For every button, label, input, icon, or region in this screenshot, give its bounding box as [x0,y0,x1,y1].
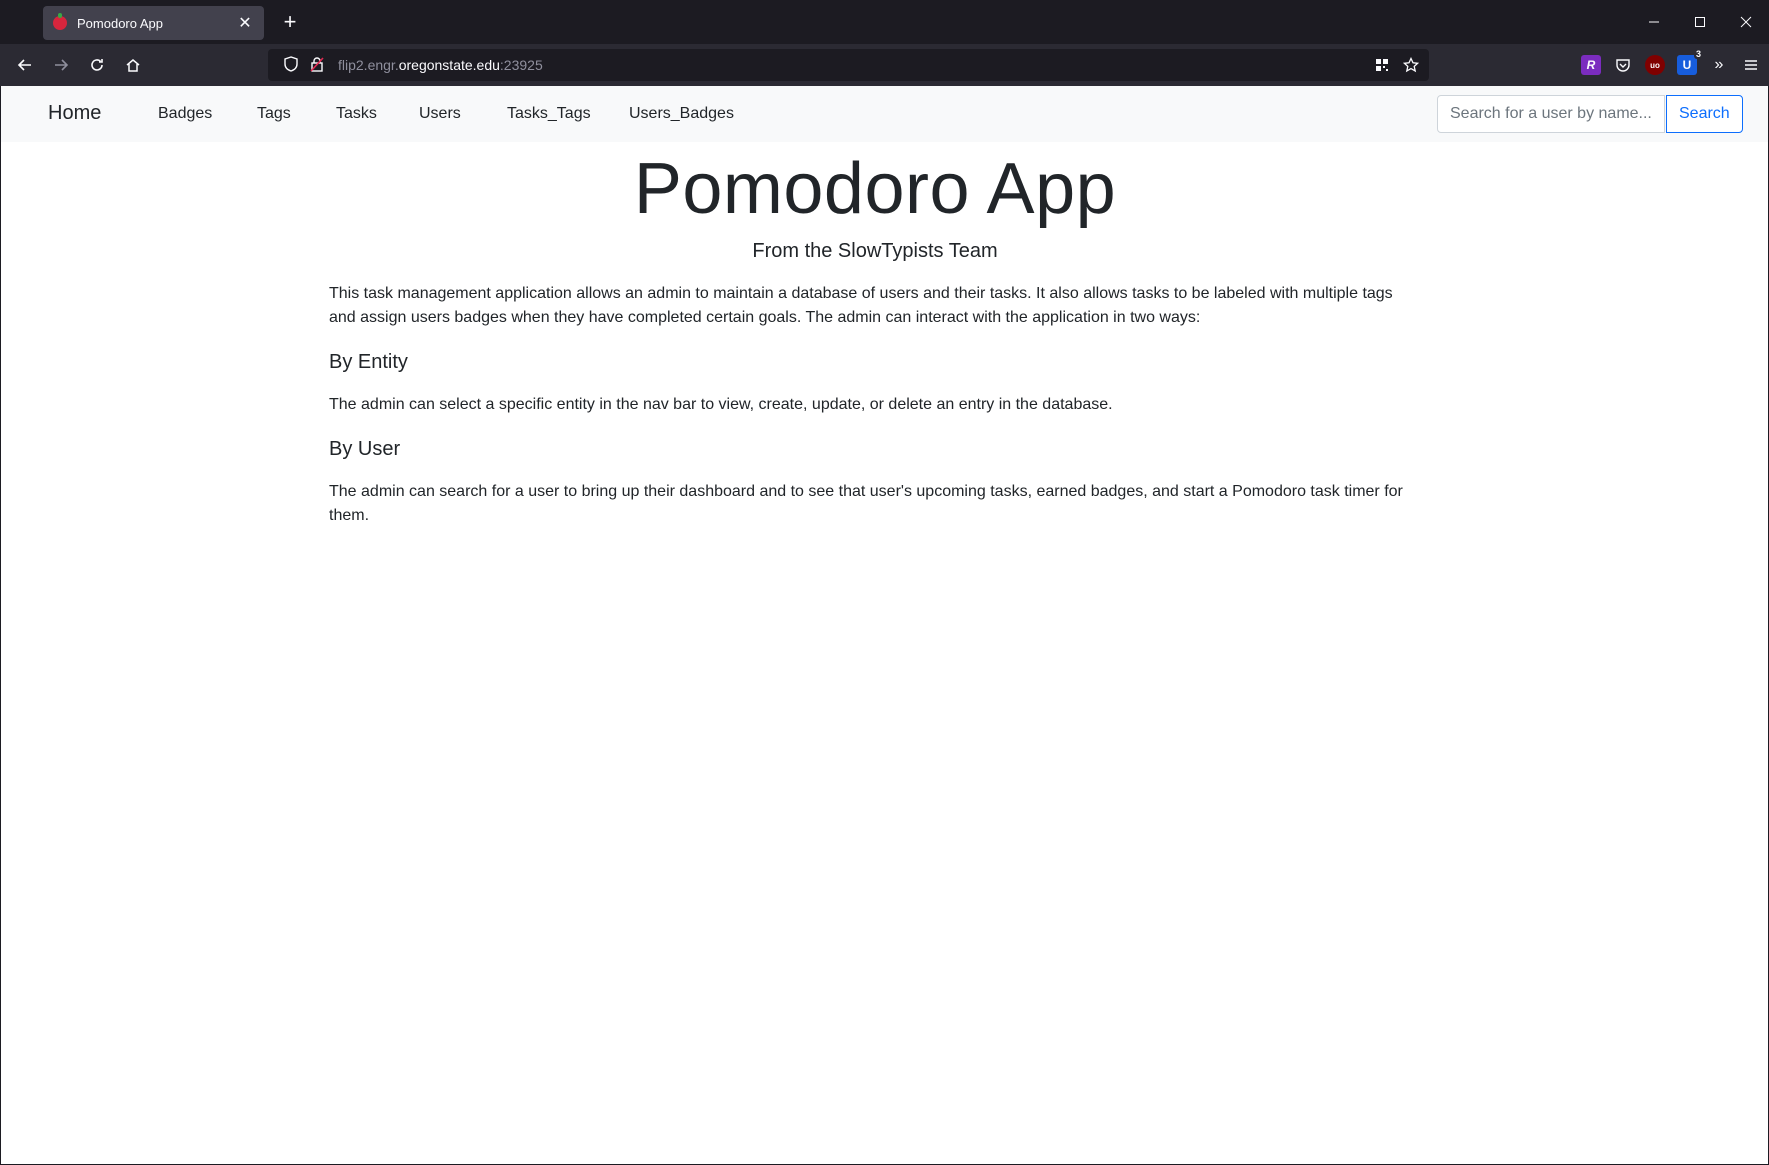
section-heading-by-entity: By Entity [329,351,408,374]
section-text-by-entity: The admin can select a specific entity i… [329,396,1113,414]
bitwarden-icon[interactable]: U 3 [1677,49,1703,75]
ublock-icon[interactable]: uo [1645,55,1665,75]
browser-tab[interactable]: Pomodoro App ✕ [43,6,264,40]
nav-link-tasks-tags[interactable]: Tasks_Tags [507,105,591,123]
qr-code-icon[interactable] [1375,58,1389,72]
home-icon [126,59,140,72]
minimize-button[interactable] [1631,0,1677,44]
section-heading-by-user: By User [329,438,401,461]
main-content: Pomodoro App From the SlowTypists Team T… [329,142,1421,528]
nav-link-users[interactable]: Users [419,105,461,123]
minimize-icon [1649,21,1659,23]
tab-title: Pomodoro App [77,15,164,31]
brand-home-link[interactable]: Home [48,102,101,125]
reload-icon [91,59,103,71]
home-button[interactable] [116,49,150,81]
hamburger-menu-icon[interactable] [1741,55,1761,75]
forward-arrow-icon [55,59,69,71]
section-text-by-user: The admin can search for a user to bring… [329,483,1403,525]
forward-button[interactable] [44,49,78,81]
user-search-form: Search [1437,95,1743,133]
url-text: flip2.engr.oregonstate.edu:23925 [338,57,543,73]
url-port: :23925 [499,57,543,73]
tomato-favicon-icon [53,13,67,30]
overflow-chevron-icon[interactable]: » [1709,55,1729,75]
maximize-button[interactable] [1677,0,1723,44]
intro-paragraph: This task management application allows … [329,285,1393,327]
page-viewport: Home Badges Tags Tasks Users Tasks_Tags … [1,86,1768,1164]
search-button[interactable]: Search [1666,95,1743,133]
page-title: Pomodoro App [633,149,1117,229]
url-host: oregonstate.edu [398,57,500,73]
new-tab-button[interactable]: + [276,8,304,36]
maximize-icon [1695,17,1705,27]
tab-close-icon[interactable]: ✕ [236,13,254,33]
pocket-icon[interactable] [1613,55,1633,75]
insecure-lock-icon[interactable] [306,56,328,75]
reload-button[interactable] [80,49,114,81]
site-navbar: Home Badges Tags Tasks Users Tasks_Tags … [1,86,1768,142]
extension-badge-count: 3 [1693,49,1703,59]
close-window-button[interactable] [1723,0,1769,44]
bookmark-star-icon[interactable] [1403,57,1419,73]
back-button[interactable] [8,49,42,81]
nav-link-badges[interactable]: Badges [158,105,212,123]
extensions-bar: R uo U 3 » [1581,49,1761,81]
user-search-input[interactable] [1437,95,1665,133]
nav-link-tasks[interactable]: Tasks [336,105,377,123]
window-controls [1631,0,1769,44]
nav-link-users-badges[interactable]: Users_Badges [629,105,734,123]
extension-r-icon[interactable]: R [1581,55,1601,75]
address-bar[interactable]: flip2.engr.oregonstate.edu:23925 [268,49,1429,81]
browser-tab-strip: Pomodoro App ✕ + [0,0,1769,44]
nav-link-tags[interactable]: Tags [257,105,291,123]
url-subdomain: flip2.engr. [338,57,399,73]
browser-toolbar: flip2.engr.oregonstate.edu:23925 R uo U … [0,44,1769,86]
urlbar-actions [1375,49,1419,81]
close-icon [1740,16,1752,28]
page-subtitle: From the SlowTypists Team [752,240,998,263]
tracking-shield-icon[interactable] [280,55,302,75]
back-arrow-icon [17,59,31,71]
